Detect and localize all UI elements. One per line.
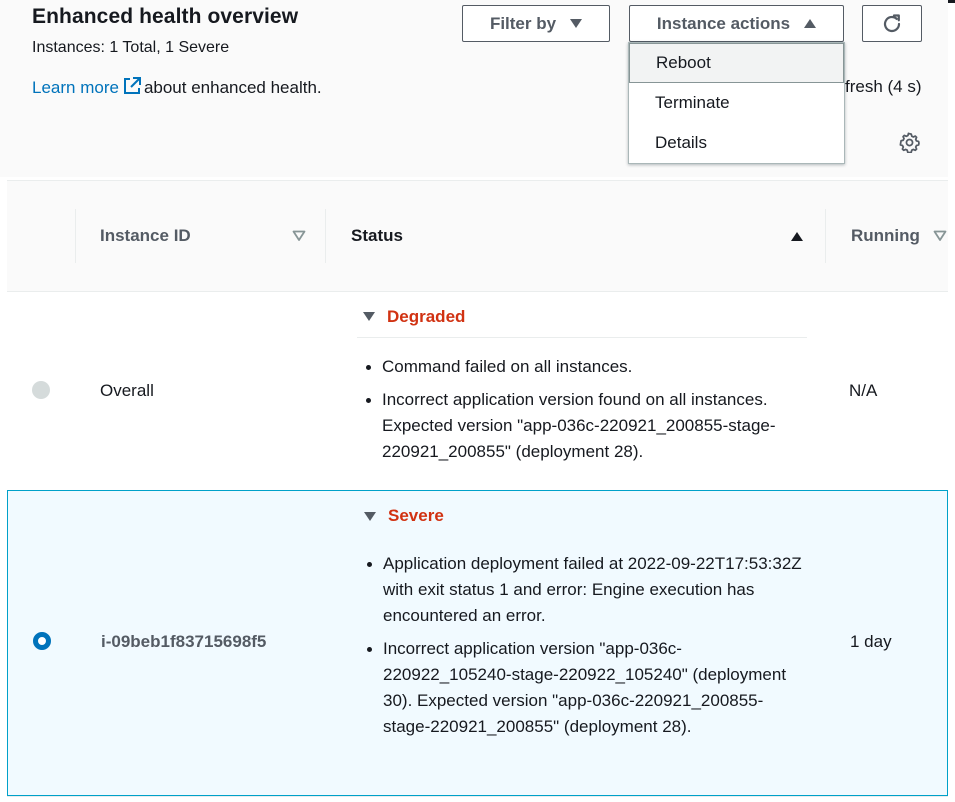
- sort-ascending-icon: [791, 231, 803, 241]
- filter-by-label: Filter by: [489, 13, 557, 33]
- sort-icon: [933, 230, 947, 241]
- refresh-icon: [883, 13, 901, 32]
- radio-icon[interactable]: [33, 632, 51, 650]
- column-label-instance-id: Instance ID: [100, 226, 191, 245]
- refresh-button[interactable]: [862, 5, 922, 42]
- learn-more-link[interactable]: Learn more: [32, 78, 119, 97]
- filter-by-button[interactable]: Filter by: [462, 5, 610, 42]
- menu-item-reboot[interactable]: Reboot: [629, 43, 844, 83]
- column-divider: [325, 209, 326, 263]
- table-header: Instance ID Status Running: [7, 180, 948, 292]
- column-label-status: Status: [351, 226, 403, 245]
- settings-gear-icon[interactable]: [899, 132, 920, 154]
- expand-caret-icon: [363, 312, 375, 321]
- instance-actions-label: Instance actions: [656, 13, 791, 33]
- radio-icon[interactable]: [32, 381, 50, 399]
- status-label: Degraded: [387, 306, 466, 326]
- status-expander[interactable]: Degraded: [357, 296, 807, 338]
- column-divider: [825, 209, 826, 263]
- status-label: Severe: [388, 506, 444, 525]
- status-causes-list: Command failed on all instances. Incorre…: [365, 354, 805, 472]
- list-item: Incorrect application version found on a…: [365, 387, 805, 465]
- instance-actions-menu: Reboot Terminate Details: [628, 42, 845, 164]
- table-row[interactable]: Overall Degraded Command failed on all i…: [7, 292, 948, 490]
- status-expander[interactable]: Severe: [358, 495, 808, 537]
- status-causes-list: Application deployment failed at 2022-09…: [366, 551, 806, 747]
- list-item: Command failed on all instances.: [365, 354, 805, 380]
- column-header-instance-id[interactable]: Instance ID: [100, 181, 306, 291]
- learn-more-suffix: about enhanced health.: [143, 78, 322, 97]
- instance-id-cell: Overall: [100, 381, 154, 400]
- menu-item-details[interactable]: Details: [629, 123, 844, 163]
- refresh-status-text: fresh (4 s): [845, 77, 922, 96]
- instance-id-cell: i-09beb1f83715698f5: [101, 632, 267, 651]
- caret-up-icon: [804, 19, 817, 28]
- learn-more-row: Learn more about enhanced health.: [32, 77, 322, 100]
- column-divider: [75, 209, 76, 263]
- expand-caret-icon: [364, 511, 376, 521]
- list-item: Application deployment failed at 2022-09…: [366, 551, 806, 629]
- column-header-running[interactable]: Running: [851, 181, 947, 291]
- running-cell: 1 day: [850, 632, 892, 651]
- column-header-status[interactable]: Status: [351, 181, 803, 291]
- instance-counts: Instances: 1 Total, 1 Severe: [32, 39, 230, 56]
- instance-actions-button[interactable]: Instance actions: [629, 5, 844, 42]
- table-row-selected[interactable]: i-09beb1f83715698f5 Severe Application d…: [7, 490, 948, 796]
- sort-icon: [292, 230, 306, 241]
- table-bottom-border: [7, 796, 948, 797]
- caret-down-icon: [570, 19, 583, 28]
- menu-item-terminate[interactable]: Terminate: [629, 83, 844, 123]
- column-label-running: Running: [851, 226, 920, 245]
- list-item: Incorrect application version "app-036c-…: [366, 636, 806, 740]
- page-title: Enhanced health overview: [32, 5, 299, 28]
- external-link-icon[interactable]: [123, 77, 141, 100]
- running-cell: N/A: [849, 381, 878, 400]
